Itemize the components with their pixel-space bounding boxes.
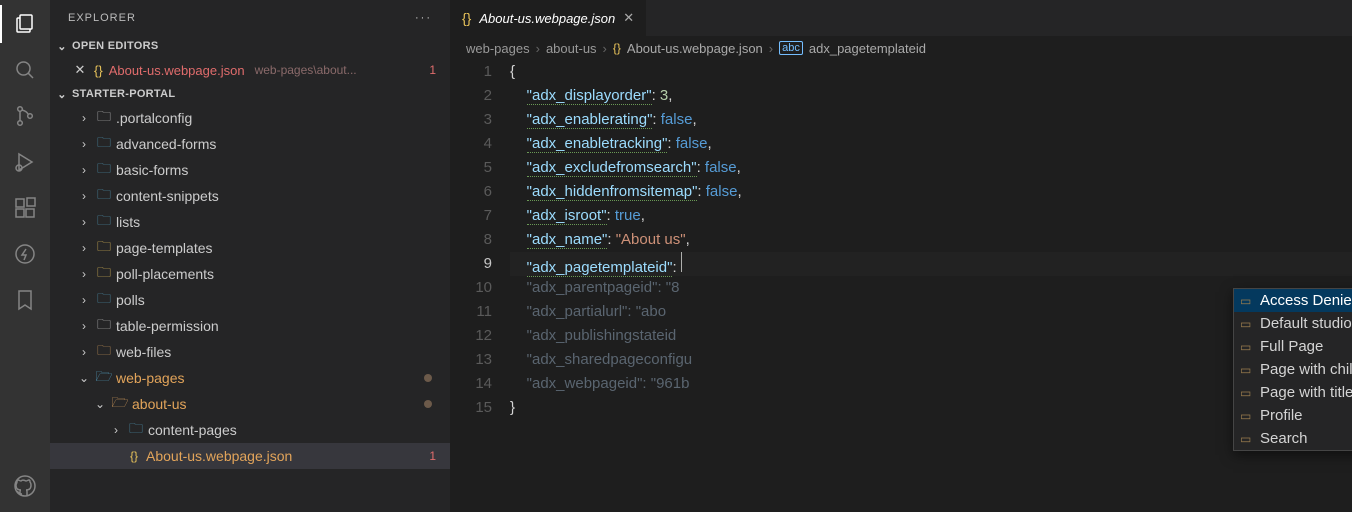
autocomplete-item[interactable]: ▭Profile <box>1234 404 1352 427</box>
line-gutter: 123456789101112131415 <box>450 60 510 420</box>
bookmark-icon[interactable] <box>11 286 39 314</box>
tab-bar: {} About-us.webpage.json ✕ <box>450 0 1352 36</box>
chevron-right-icon: › <box>603 41 607 56</box>
folder-icon: 🗀 <box>96 240 112 256</box>
enum-icon: ▭ <box>1240 386 1254 400</box>
workspace-header[interactable]: ⌄ STARTER-PORTAL <box>50 83 450 105</box>
folder-icon: 🗀 <box>96 266 112 282</box>
json-icon: {} <box>126 448 142 464</box>
folder-icon: 🗀 <box>96 110 112 126</box>
github-icon[interactable] <box>11 472 39 500</box>
tree-file-active[interactable]: {}About-us.webpage.json1 <box>50 443 450 469</box>
tree-folder[interactable]: ›🗀polls <box>50 287 450 313</box>
folder-icon: 🗀 <box>96 136 112 152</box>
problems-badge: 1 <box>429 449 436 463</box>
tree-folder-web-pages[interactable]: ⌄🗁web-pages <box>50 365 450 391</box>
explorer-icon[interactable] <box>11 10 39 38</box>
debug-icon[interactable] <box>11 148 39 176</box>
enum-icon: ▭ <box>1240 363 1254 377</box>
open-editor-item[interactable]: ✕ {} About-us.webpage.json web-pages\abo… <box>50 57 450 83</box>
chevron-right-icon: › <box>108 423 124 437</box>
symbol-string-icon: abc <box>779 41 803 55</box>
tab-label: About-us.webpage.json <box>479 11 615 26</box>
tree-folder[interactable]: ›🗀.portalconfig <box>50 105 450 131</box>
enum-icon: ▭ <box>1240 432 1254 446</box>
modified-dot-icon <box>424 374 432 382</box>
modified-dot-icon <box>424 400 432 408</box>
open-editor-badge: 1 <box>429 63 436 77</box>
chevron-right-icon: › <box>76 319 92 333</box>
folder-icon: 🗀 <box>128 422 144 438</box>
chevron-down-icon: ⌄ <box>54 88 70 101</box>
autocomplete-item[interactable]: ▭Full Page <box>1234 335 1352 358</box>
activity-bar <box>0 0 50 512</box>
autocomplete-item[interactable]: ▭Page with title <box>1234 381 1352 404</box>
tree-folder[interactable]: ›🗀basic-forms <box>50 157 450 183</box>
enum-icon: ▭ <box>1240 340 1254 354</box>
extensions-icon[interactable] <box>11 194 39 222</box>
chevron-right-icon: › <box>76 215 92 229</box>
folder-icon: 🗀 <box>96 344 112 360</box>
explorer-header: EXPLORER ··· <box>50 0 450 35</box>
chevron-right-icon: › <box>76 345 92 359</box>
folder-icon: 🗀 <box>96 214 112 230</box>
explorer-sidebar: EXPLORER ··· ⌄ OPEN EDITORS ✕ {} About-u… <box>50 0 450 512</box>
chevron-right-icon: › <box>769 41 773 56</box>
json-icon: {} <box>613 41 621 55</box>
chevron-right-icon: › <box>76 241 92 255</box>
file-tree: ›🗀.portalconfig ›🗀advanced-forms ›🗀basic… <box>50 105 450 477</box>
autocomplete-item[interactable]: ▭Access Denied <box>1234 289 1352 312</box>
autocomplete-item[interactable]: ▭Search <box>1234 427 1352 450</box>
source-control-icon[interactable] <box>11 102 39 130</box>
open-editors-header[interactable]: ⌄ OPEN EDITORS <box>50 35 450 57</box>
open-editor-filename: About-us.webpage.json <box>109 63 245 78</box>
chevron-down-icon: ⌄ <box>92 397 108 411</box>
folder-icon: 🗀 <box>96 318 112 334</box>
breadcrumbs[interactable]: web-pages › about-us › {} About-us.webpa… <box>450 36 1352 60</box>
close-icon[interactable]: ✕ <box>623 10 634 26</box>
tree-folder-about-us[interactable]: ⌄🗁about-us <box>50 391 450 417</box>
editor-area: {} About-us.webpage.json ✕ web-pages › a… <box>450 0 1352 512</box>
tree-folder[interactable]: ›🗀content-snippets <box>50 183 450 209</box>
close-icon[interactable]: ✕ <box>72 62 88 78</box>
open-editor-path: web-pages\about... <box>255 63 357 77</box>
folder-icon: 🗀 <box>96 292 112 308</box>
tree-folder[interactable]: ›🗀poll-placements <box>50 261 450 287</box>
search-icon[interactable] <box>11 56 39 84</box>
enum-icon: ▭ <box>1240 317 1254 331</box>
code-lines: { "adx_displayorder": 3, "adx_enablerati… <box>510 60 1352 420</box>
chevron-down-icon: ⌄ <box>54 40 70 53</box>
tree-folder[interactable]: ›🗀table-permission <box>50 313 450 339</box>
json-icon: {} <box>462 10 471 26</box>
folder-open-icon: 🗁 <box>96 370 112 386</box>
chevron-right-icon: › <box>76 267 92 281</box>
folder-open-icon: 🗁 <box>112 396 128 412</box>
chevron-right-icon: › <box>76 189 92 203</box>
tree-folder[interactable]: ›🗀lists <box>50 209 450 235</box>
more-icon[interactable]: ··· <box>415 12 432 24</box>
chevron-right-icon: › <box>76 163 92 177</box>
chevron-right-icon: › <box>76 293 92 307</box>
tree-folder[interactable]: ›🗀page-templates <box>50 235 450 261</box>
autocomplete-item[interactable]: ▭Default studio template <box>1234 312 1352 335</box>
folder-icon: 🗀 <box>96 188 112 204</box>
editor-tab[interactable]: {} About-us.webpage.json ✕ <box>450 0 646 36</box>
tree-folder[interactable]: ›🗀content-pages <box>50 417 450 443</box>
autocomplete-item[interactable]: ▭Page with child links <box>1234 358 1352 381</box>
autocomplete-popup: ▭Access Denied ▭Default studio template … <box>1233 288 1352 451</box>
chevron-down-icon: ⌄ <box>76 371 92 385</box>
chevron-right-icon: › <box>76 137 92 151</box>
json-icon: {} <box>94 63 103 78</box>
folder-icon: 🗀 <box>96 162 112 178</box>
code-editor[interactable]: 123456789101112131415 { "adx_displayorde… <box>450 60 1352 420</box>
enum-icon: ▭ <box>1240 294 1254 308</box>
power-platform-icon[interactable] <box>11 240 39 268</box>
explorer-title: EXPLORER <box>68 12 136 24</box>
tree-folder[interactable]: ›🗀advanced-forms <box>50 131 450 157</box>
enum-icon: ▭ <box>1240 409 1254 423</box>
chevron-right-icon: › <box>76 111 92 125</box>
tree-folder[interactable]: ›🗀web-files <box>50 339 450 365</box>
chevron-right-icon: › <box>536 41 540 56</box>
